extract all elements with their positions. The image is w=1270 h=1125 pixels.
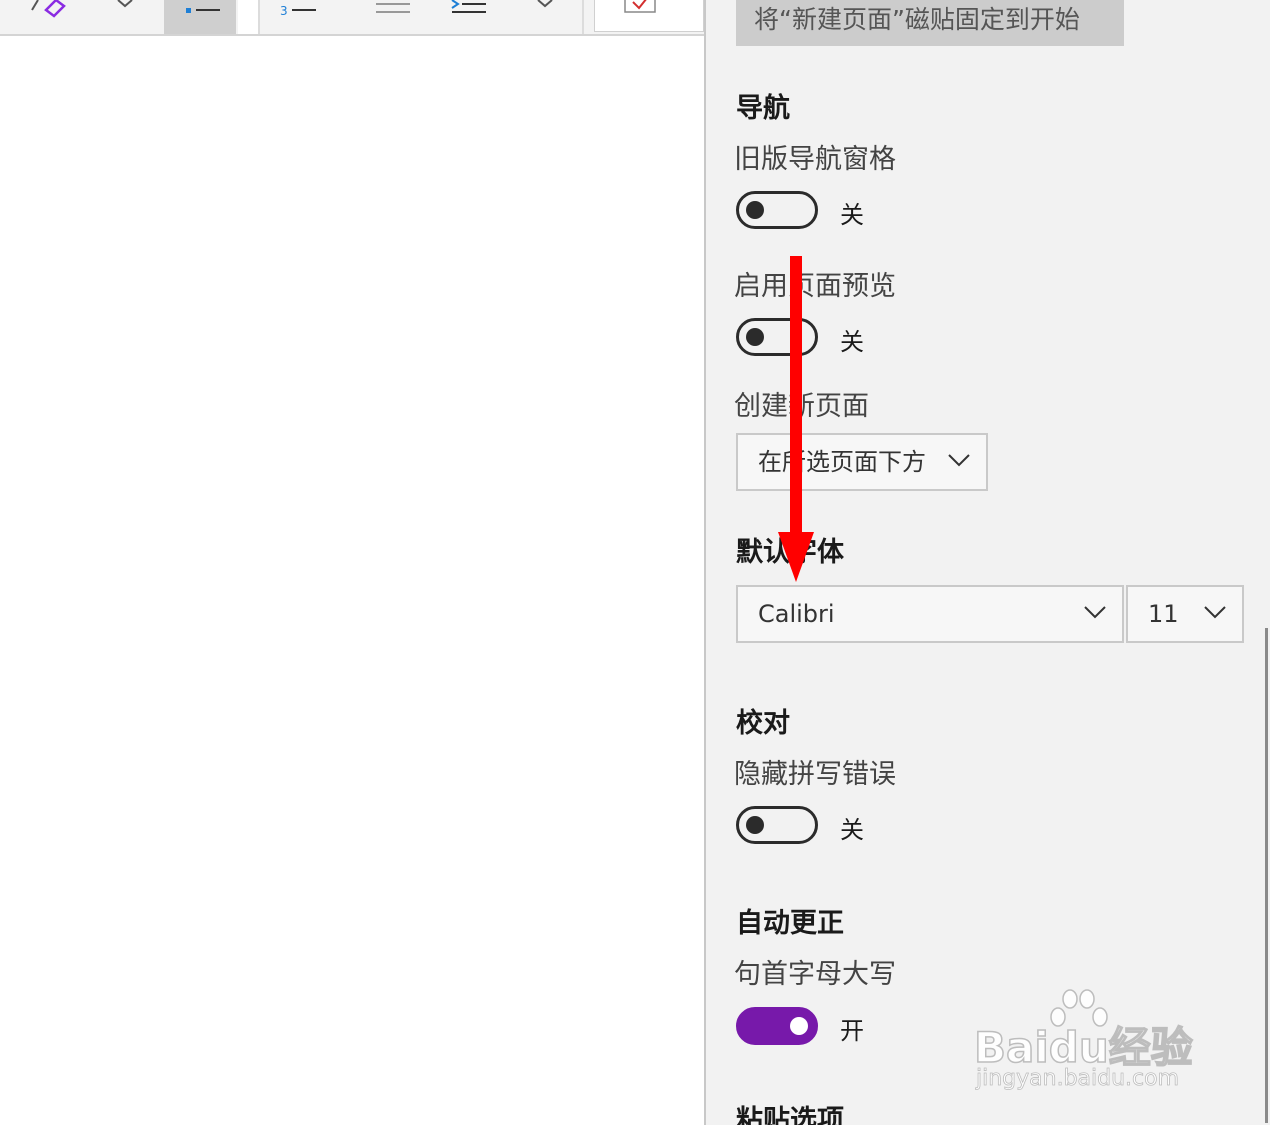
page-preview-label: 启用页面预览 [734, 271, 896, 302]
chevron-down-icon[interactable] [530, 0, 560, 34]
legacy-nav-pane-toggle[interactable] [736, 191, 818, 229]
chevron-down-icon [1084, 606, 1106, 619]
ribbon-separator [238, 0, 258, 34]
font-family-value: Calibri [758, 600, 835, 628]
document-area[interactable]: 3 [0, 0, 704, 1125]
ribbon-separator [258, 0, 260, 34]
font-size-value: 11 [1148, 600, 1179, 628]
toggle-knob [746, 328, 764, 346]
capitalize-toggle[interactable] [736, 1007, 818, 1045]
chevron-down-icon [948, 454, 970, 467]
font-size-select[interactable]: 11 [1126, 585, 1244, 643]
ribbon-toolbar: 3 [0, 0, 704, 36]
scrollbar[interactable] [1265, 628, 1268, 1123]
new-page-location-select[interactable]: 在所选页面下方 [736, 433, 988, 491]
svg-text:3: 3 [280, 4, 288, 18]
page-preview-state: 关 [840, 328, 864, 356]
eraser-icon[interactable] [28, 0, 72, 34]
paste-options-heading: 粘贴选项 [736, 1105, 844, 1125]
watermark-url: jingyan.baidu.com [976, 1066, 1180, 1092]
settings-pane: 将“新建页面”磁贴固定到开始 导航 旧版导航窗格 关 启用页面预览 关 创建新页… [704, 0, 1270, 1125]
hide-spelling-label: 隐藏拼写错误 [734, 759, 896, 790]
new-page-location-value: 在所选页面下方 [758, 448, 926, 476]
toggle-knob [746, 816, 764, 834]
default-font-heading: 默认字体 [736, 537, 844, 568]
bullet-list-icon[interactable] [164, 0, 236, 34]
font-family-select[interactable]: Calibri [736, 585, 1124, 643]
chevron-down-icon[interactable] [110, 0, 140, 34]
numbered-list-icon[interactable]: 3 [272, 0, 332, 34]
decrease-indent-icon[interactable] [364, 0, 424, 34]
legacy-nav-pane-label: 旧版导航窗格 [734, 144, 896, 175]
hide-spelling-toggle[interactable] [736, 806, 818, 844]
toggle-knob [790, 1017, 808, 1035]
hide-spelling-state: 关 [840, 816, 864, 844]
pin-new-page-button[interactable]: 将“新建页面”磁贴固定到开始 [736, 0, 1124, 46]
legacy-nav-pane-state: 关 [840, 201, 864, 229]
increase-indent-icon[interactable] [440, 0, 500, 34]
ribbon-separator [582, 0, 584, 34]
new-page-label: 创建新页面 [734, 391, 869, 422]
tag-todo-icon[interactable] [594, 0, 704, 32]
toggle-knob [746, 201, 764, 219]
page-preview-toggle[interactable] [736, 318, 818, 356]
capitalize-state: 开 [840, 1017, 864, 1045]
capitalize-label: 句首字母大写 [734, 959, 896, 990]
proofing-heading: 校对 [736, 708, 790, 739]
autocorrect-heading: 自动更正 [736, 908, 844, 939]
navigation-heading: 导航 [736, 93, 790, 124]
chevron-down-icon [1204, 606, 1226, 619]
